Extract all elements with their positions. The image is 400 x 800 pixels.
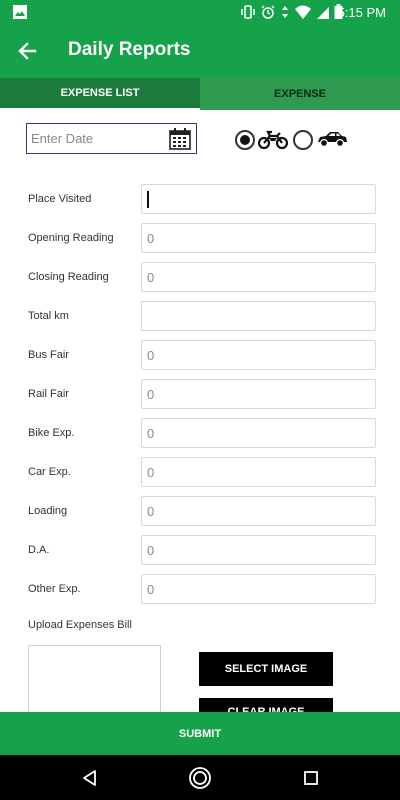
total-km-input[interactable] — [141, 301, 376, 331]
calendar-icon[interactable] — [168, 127, 192, 151]
text-cursor — [147, 191, 149, 208]
other-exp-input[interactable]: 0 — [141, 574, 376, 604]
motorcycle-icon — [258, 130, 288, 150]
bike-exp-value: 0 — [147, 426, 155, 441]
form-row-da: D.A. 0 — [0, 535, 400, 565]
form-row-bike-exp: Bike Exp. 0 — [0, 418, 400, 448]
bike-exp-input[interactable]: 0 — [141, 418, 376, 448]
other-exp-value: 0 — [147, 582, 155, 597]
loading-label: Loading — [28, 505, 68, 517]
closing-reading-input[interactable]: 0 — [141, 262, 376, 292]
page-title: Daily Reports — [68, 39, 191, 60]
da-label: D.A. — [28, 544, 50, 556]
da-input[interactable]: 0 — [141, 535, 376, 565]
car-radio[interactable] — [293, 130, 313, 150]
da-value: 0 — [147, 543, 155, 558]
nav-back-icon[interactable] — [78, 766, 102, 790]
form-row-car-exp: Car Exp. 0 — [0, 457, 400, 487]
rail-fair-label: Rail Fair — [28, 388, 69, 400]
image-icon — [13, 5, 27, 19]
select-image-button[interactable]: SELECT IMAGE — [199, 652, 333, 686]
loading-input[interactable]: 0 — [141, 496, 376, 526]
back-button[interactable] — [14, 38, 40, 64]
app-bar: Daily Reports — [0, 24, 400, 78]
bike-exp-label: Bike Exp. — [28, 427, 75, 439]
opening-reading-label: Opening Reading — [28, 232, 114, 244]
car-exp-input[interactable]: 0 — [141, 457, 376, 487]
form-row-closing-reading: Closing Reading 0 — [0, 262, 400, 292]
car-exp-value: 0 — [147, 465, 155, 480]
data-arrows-icon — [282, 6, 288, 18]
rail-fair-input[interactable]: 0 — [141, 379, 376, 409]
closing-reading-value: 0 — [147, 270, 155, 285]
car-icon — [318, 132, 347, 148]
bus-fair-input[interactable]: 0 — [141, 340, 376, 370]
loading-value: 0 — [147, 504, 155, 519]
rail-fair-value: 0 — [147, 387, 155, 402]
place-visited-input[interactable] — [141, 184, 376, 214]
form-row-loading: Loading 0 — [0, 496, 400, 526]
vibrate-icon — [241, 5, 255, 19]
tab-expense-list[interactable]: EXPENSE LIST — [0, 78, 200, 110]
wifi-icon — [295, 5, 311, 19]
signal-icon — [317, 7, 329, 19]
tab-bar: EXPENSE LIST EXPENSE — [0, 78, 400, 110]
status-icons — [240, 4, 343, 20]
system-nav-bar — [0, 755, 400, 800]
form-row-total-km: Total km — [0, 301, 400, 331]
closing-reading-label: Closing Reading — [28, 271, 109, 283]
nav-home-icon[interactable] — [188, 766, 212, 790]
bike-radio[interactable] — [235, 130, 255, 150]
arrow-left-icon — [18, 42, 37, 60]
date-field[interactable]: Enter Date — [26, 123, 197, 154]
nav-recents-icon[interactable] — [299, 766, 323, 790]
opening-reading-input[interactable]: 0 — [141, 223, 376, 253]
bus-fair-value: 0 — [147, 348, 155, 363]
car-exp-label: Car Exp. — [28, 466, 71, 478]
bill-image-preview — [28, 645, 161, 715]
tab-expense[interactable]: EXPENSE — [200, 78, 400, 110]
upload-expenses-label: Upload Expenses Bill — [28, 619, 132, 631]
form-row-bus-fair: Bus Fair 0 — [0, 340, 400, 370]
opening-reading-value: 0 — [147, 231, 155, 246]
submit-button[interactable]: SUBMIT — [0, 712, 400, 755]
alarm-icon — [261, 5, 275, 19]
form-row-place-visited: Place Visited — [0, 184, 400, 214]
other-exp-label: Other Exp. — [28, 583, 81, 595]
form-row-other-exp: Other Exp. 0 — [0, 574, 400, 604]
date-placeholder: Enter Date — [31, 131, 94, 146]
total-km-label: Total km — [28, 310, 69, 322]
status-bar: 5:15 PM — [0, 0, 400, 24]
place-visited-label: Place Visited — [28, 193, 92, 205]
form-row-rail-fair: Rail Fair 0 — [0, 379, 400, 409]
status-time: 5:15 PM — [337, 5, 386, 20]
screen: 5:15 PM Daily Reports EXPENSE LIST EXPEN… — [0, 0, 400, 800]
bus-fair-label: Bus Fair — [28, 349, 69, 361]
form-row-opening-reading: Opening Reading 0 — [0, 223, 400, 253]
